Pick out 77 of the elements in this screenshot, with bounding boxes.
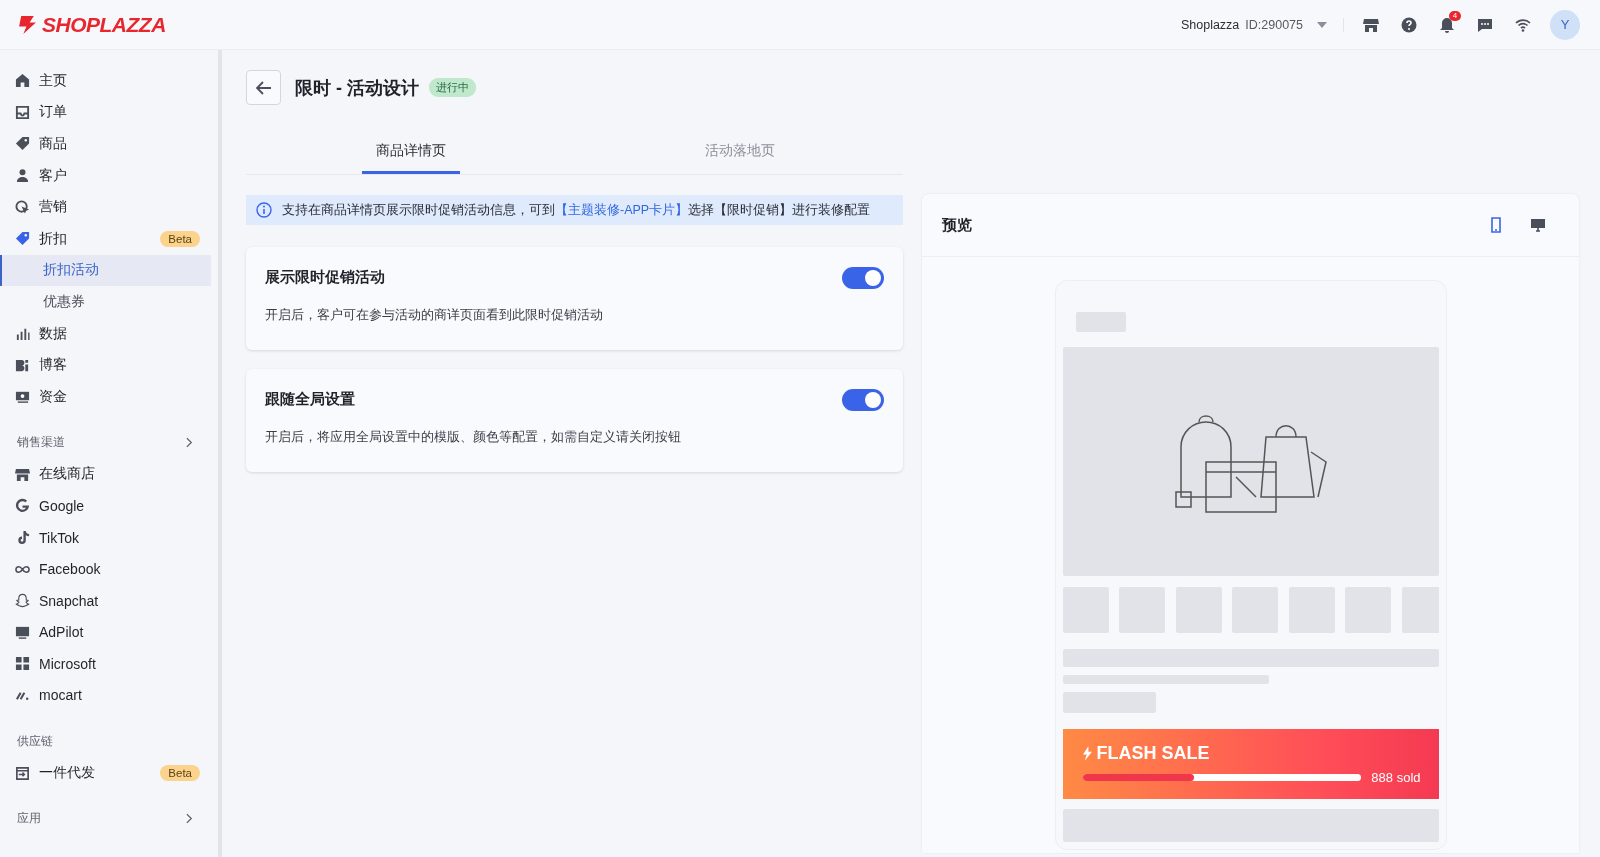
sold-count: 888 sold [1371,770,1421,785]
grid-icon [15,656,30,672]
info-icon [256,202,272,218]
beta-badge: Beta [160,230,200,247]
chat-icon[interactable] [1477,16,1493,33]
sidebar-item[interactable]: mocart [0,679,211,712]
brand-logo-text: SHOPLAZZA [42,12,166,37]
help-icon[interactable] [1401,16,1417,33]
chevron-right-icon[interactable] [186,813,193,825]
theme-card-link[interactable]: 【主题装修-APP卡片】 [555,202,689,217]
sidebar-item[interactable]: 主页 [0,65,211,97]
info-message: 支持在商品详情页展示限时促销活动信息，可到【主题装修-APP卡片】选择【限时促销】进行装修配置 [282,201,871,219]
sidebar-item[interactable]: 订单 [0,96,211,129]
sidebar-subitem[interactable]: 优惠券 [0,286,211,318]
sidebar-item[interactable]: 客户 [0,159,211,192]
wifi-icon[interactable] [1515,16,1531,33]
tab[interactable]: 商品详情页 [362,122,460,174]
sidebar-item[interactable]: Google [0,490,211,522]
store-name: Shoplazza [1180,17,1240,32]
store-icon[interactable] [1363,16,1379,33]
music-note-icon [15,530,30,545]
sidebar-item[interactable]: AdPilot [0,616,211,649]
preview-title: 预览 [942,215,973,235]
sidebar-item[interactable]: 在线商店 [0,458,211,491]
logo-mark-icon [17,14,38,35]
sidebar-item[interactable]: 资金 [0,380,211,413]
setting-title: 跟随全局设置 [265,390,355,409]
toggle-switch[interactable] [842,266,884,289]
arrow-left-icon [255,80,272,95]
tag-icon [15,136,30,152]
bell-icon[interactable] [1439,16,1455,33]
sidebar-item[interactable]: 折扣 Beta [0,222,211,255]
money-icon [15,389,30,405]
home-icon [15,73,30,89]
sidebar-item[interactable]: TikTok [0,521,211,554]
store-switcher[interactable]: Shoplazza ID:290075 [1180,17,1344,32]
setting-title: 展示限时促销活动 [265,268,385,287]
sidebar-item[interactable]: 营销 [0,191,211,223]
user-avatar[interactable]: Y [1550,9,1580,40]
discount-tag-icon [15,231,30,247]
section-heading: 应用 [17,811,41,827]
chevron-right-icon[interactable] [186,437,193,449]
sidebar-subitem[interactable]: 折扣活动 [0,254,211,287]
person-icon [15,168,30,184]
bar-chart-icon [15,326,30,342]
lightning-icon [1082,746,1092,761]
flash-sale-title: FLASH SALE [1096,743,1210,764]
import-box-icon [15,765,30,781]
blog-icon [15,357,30,373]
inbox-icon [15,104,30,120]
sidebar-item[interactable]: Facebook [0,553,211,585]
store-id: ID:290075 [1245,17,1303,32]
section-heading: 销售渠道 [17,435,65,451]
beta-badge: Beta [160,765,200,782]
monitor-icon [1530,217,1546,233]
section-heading: 供应链 [17,733,53,749]
notification-count: 4 [1449,10,1461,21]
sidebar-item[interactable]: 商品 [0,128,211,160]
sidebar-item[interactable]: 一件代发 Beta [0,757,211,789]
setting-description: 开启后，将应用全局设置中的模版、颜色等配置，如需自定义请关闭按钮 [265,429,682,446]
sidebar-item[interactable]: 博客 [0,349,211,381]
sidebar-item[interactable]: 数据 [0,317,211,350]
cursor-icon [15,199,30,215]
caret-down-icon[interactable] [1317,21,1327,28]
toggle-switch[interactable] [842,388,884,411]
sidebar-item[interactable]: Microsoft [0,648,211,680]
setting-description: 开启后，客户可在参与活动的商详页面看到此限时促销活动 [265,307,604,324]
google-g-icon [15,498,30,514]
page-title: 限时 - 活动设计 [295,76,419,100]
ghost-icon [15,593,30,609]
status-badge: 进行中 [429,78,476,97]
sidebar-item[interactable]: Snapchat [0,584,211,617]
back-button[interactable] [246,70,281,105]
sidebar-item-label: 一件代发 [39,764,96,783]
phone-icon [1488,217,1504,233]
store-icon [15,466,30,482]
sidebar-item-label: 折扣 [39,229,68,248]
